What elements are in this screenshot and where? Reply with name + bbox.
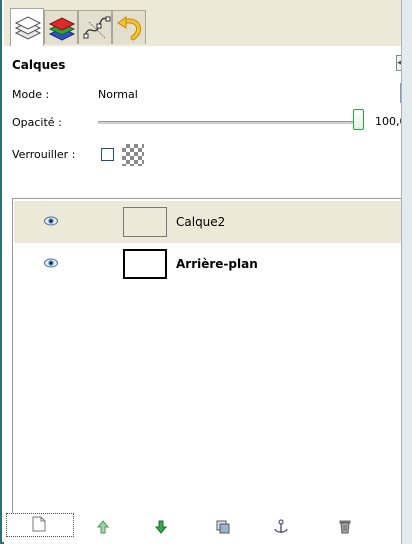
panel-right-edge	[401, 0, 412, 544]
eye-icon[interactable]	[44, 258, 58, 268]
layer-name[interactable]: Calque2	[176, 215, 225, 229]
new-layer-button[interactable]	[6, 513, 74, 537]
delete-layer-button[interactable]	[334, 516, 356, 538]
layer-row[interactable]: Calque2	[14, 201, 407, 243]
layers-toolbar	[6, 513, 406, 544]
layer-name[interactable]: Arrière-plan	[176, 257, 258, 271]
tab-paths[interactable]	[78, 10, 112, 44]
opacity-slider-thumb[interactable]	[353, 109, 364, 130]
undo-history-tab-icon	[117, 16, 142, 41]
tab-channels[interactable]	[44, 10, 78, 44]
layers-panel: Calques ◂ Mode : Normal ▾ Opacité : 100,…	[4, 46, 411, 544]
new-layer-icon	[32, 516, 46, 532]
mode-select[interactable]: Normal	[98, 88, 138, 101]
raise-layer-button[interactable]	[92, 516, 114, 538]
anchor-layer-button[interactable]	[270, 516, 292, 538]
duplicate-layer-icon	[216, 520, 230, 534]
lock-alpha-icon[interactable]	[122, 144, 144, 166]
layers-tab-icon	[14, 16, 42, 40]
dock-window: Calques ◂ Mode : Normal ▾ Opacité : 100,…	[0, 0, 412, 544]
channels-tab-icon	[48, 17, 76, 41]
delete-layer-icon	[339, 520, 351, 534]
layer-thumbnail	[123, 249, 167, 279]
mode-label: Mode :	[12, 88, 50, 101]
lock-label: Verrouiller :	[12, 148, 76, 161]
layer-row[interactable]: Arrière-plan	[14, 243, 407, 285]
opacity-label: Opacité :	[12, 116, 62, 129]
opacity-slider-track[interactable]	[98, 121, 354, 124]
lock-pixels-checkbox[interactable]	[101, 148, 114, 161]
panel-title: Calques	[12, 58, 66, 72]
anchor-layer-icon	[274, 519, 288, 533]
tab-layers[interactable]	[10, 8, 44, 46]
lower-layer-icon	[155, 520, 167, 534]
eye-icon[interactable]	[44, 216, 58, 226]
raise-layer-icon	[97, 520, 109, 534]
lower-layer-button[interactable]	[150, 516, 172, 538]
duplicate-layer-button[interactable]	[212, 516, 234, 538]
tab-undo-history[interactable]	[112, 10, 146, 44]
paths-tab-icon	[83, 16, 111, 39]
dock-tab-bar	[4, 0, 404, 47]
layer-thumbnail	[123, 207, 167, 237]
layers-list[interactable]: Calque2 Arrière-plan	[12, 198, 407, 523]
